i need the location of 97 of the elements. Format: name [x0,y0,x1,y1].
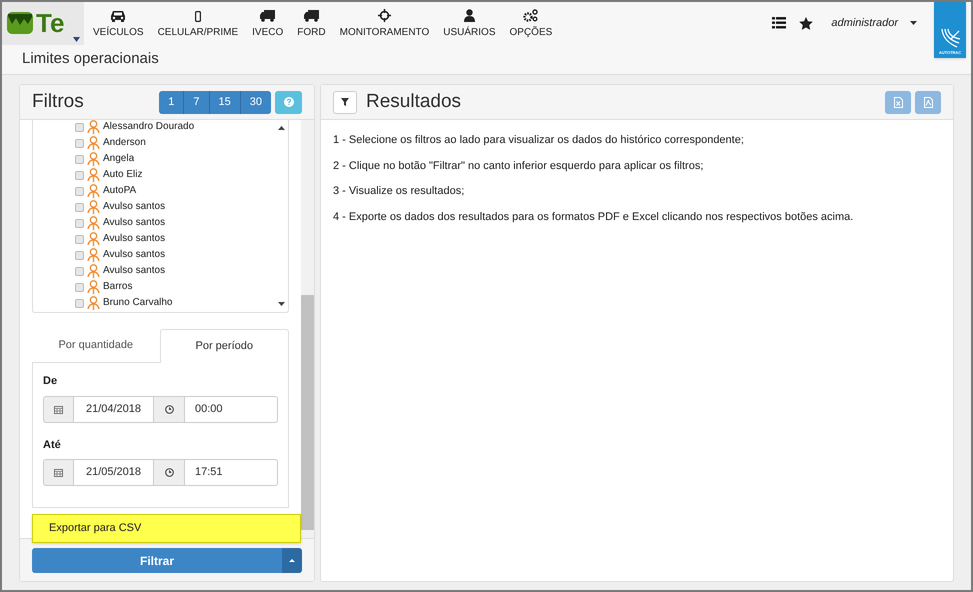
calendar-icon [54,468,63,477]
person-icon [87,280,100,294]
driver-name[interactable]: Avulso santos [103,250,166,260]
checkbox[interactable] [75,298,84,308]
date-field[interactable]: 21/05/2018 [74,459,154,486]
help-icon [284,97,294,107]
person-icon [87,232,100,246]
panel-title: Resultados [366,90,462,114]
person-icon [87,264,100,278]
driver-name[interactable]: Avulso santos [103,218,166,228]
driver-name[interactable]: Anderson [103,138,146,148]
page-title: Limites operacionais [22,48,159,69]
user-menu[interactable]: administrador [831,14,898,32]
pdf-export-button[interactable] [915,90,941,114]
caret-icon [73,36,80,42]
day-range-button[interactable]: 7 [183,90,208,114]
time-field[interactable]: 00:00 [185,396,278,422]
driver-name[interactable]: Barros [103,282,132,292]
filter-icon [341,98,349,106]
truck-icon [260,10,276,22]
checkbox[interactable] [75,266,84,276]
driver-name[interactable]: Alessandro Dourado [103,122,194,132]
pdf-file-icon [924,96,932,108]
driver-name[interactable]: Avulso santos [103,202,166,212]
calendar-icon [54,404,63,414]
checkbox[interactable] [75,186,84,196]
checkbox[interactable] [75,122,84,132]
brand-icon [939,27,961,49]
driver-name[interactable]: Angela [103,154,134,164]
clock-icon [164,468,174,477]
checkbox[interactable] [75,138,84,148]
person-icon [87,120,100,134]
filter-button[interactable]: Filtrar [32,548,282,573]
logo-icon [7,12,33,34]
car-icon [110,10,126,22]
phone-icon [194,11,201,22]
date-field[interactable]: 21/04/2018 [74,396,154,422]
person-icon [87,200,100,214]
instruction-text: 4 - Exporte os dados dos resultados para os formatos PDF e Excel clicando nos respectivos botões acima. [333,210,854,224]
logo[interactable]: Te [2,2,84,44]
checkbox[interactable] [75,218,84,228]
person-icon [87,184,100,198]
checkbox[interactable] [75,234,84,244]
menu-item[interactable]: Exportar para CSV [33,515,300,542]
day-range-button[interactable]: 30 [240,90,271,114]
star-icon[interactable] [799,16,814,30]
instruction-text: 3 - Visualize os resultados; [333,184,466,199]
nav-item[interactable]: OPÇÕES [502,9,560,44]
nav-item[interactable]: VEÍCULOS [86,10,151,44]
panel-scrollbar[interactable] [301,120,314,538]
checkbox[interactable] [75,250,84,260]
day-range-button[interactable]: 15 [208,90,240,114]
tab[interactable]: Por período [160,329,289,363]
field-label: Até [43,438,62,452]
time-field[interactable]: 17:51 [185,459,278,486]
crosshair-icon [378,9,391,22]
checkbox[interactable] [75,282,84,292]
checkbox[interactable] [75,154,84,164]
driver-name[interactable]: Avulso santos [103,234,166,244]
scroll-up-icon[interactable] [278,126,285,130]
driver-name[interactable]: AutoPA [103,186,136,196]
person-icon [87,248,100,262]
caret-icon [289,559,295,562]
panel-title: Filtros [32,90,84,114]
scrollbar-thumb[interactable] [301,295,314,530]
driver-name[interactable]: Avulso santos [103,266,166,276]
checkbox[interactable] [75,170,84,180]
person-icon [87,136,100,150]
driver-name[interactable]: Bruno Carvalho [103,298,172,308]
nav-item[interactable]: FORD [290,10,333,44]
person-icon [87,216,100,230]
nav-item[interactable]: IVECO [245,10,290,44]
instruction-text: 1 - Selecione os filtros ao lado para visualizar os dados do histórico correspondente; [333,133,745,148]
list-icon[interactable] [772,17,786,29]
day-range-button[interactable]: 1 [159,90,184,114]
person-icon [87,296,100,310]
truck-icon [304,10,319,22]
excel-export-button[interactable] [885,90,911,114]
dropdown-toggle[interactable] [282,548,302,573]
user-icon [464,9,475,22]
field-label: De [43,374,58,389]
caret-icon [910,21,917,25]
checkbox[interactable] [75,202,84,212]
logo-text: Te [36,10,64,36]
instruction-text: 2 - Clique no botão "Filtrar" no canto inferior esquerdo para aplicar os filtros; [333,158,704,174]
clock-icon [164,404,174,414]
nav-item[interactable]: MONITORAMENTO [332,9,436,44]
nav-item[interactable]: USUÁRIOS [436,9,502,44]
scroll-down-icon[interactable] [278,302,285,306]
person-icon [87,168,100,182]
gears-icon [523,9,538,22]
nav-item[interactable]: CELULAR/PRIME [150,11,246,44]
driver-name[interactable]: Auto Eliz [103,170,142,180]
person-icon [87,152,100,166]
filter-toggle-button[interactable] [333,90,357,114]
spreadsheet-file-icon [894,96,902,108]
help-button[interactable] [275,90,302,114]
